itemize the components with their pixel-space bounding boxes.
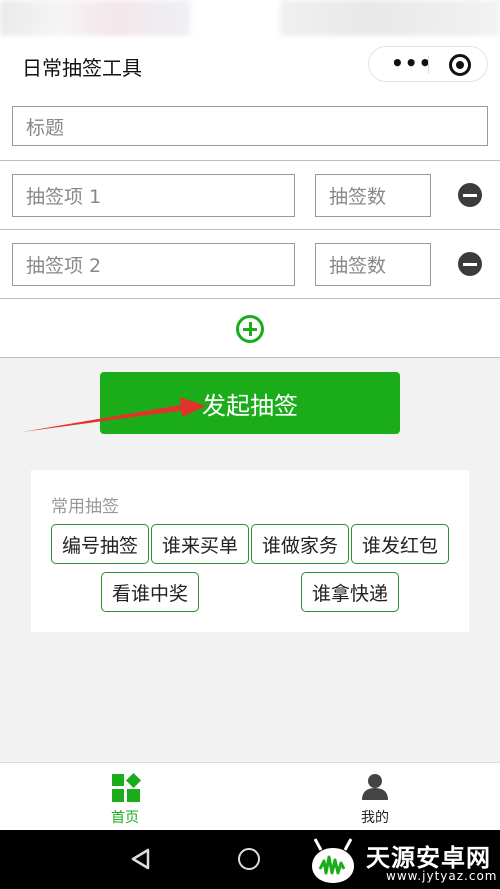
draw-item-row: 抽签项 1 抽签数 bbox=[0, 161, 500, 230]
watermark-url: www.jytyaz.com bbox=[386, 869, 498, 883]
user-icon bbox=[362, 774, 388, 800]
draw-item-name-input[interactable]: 抽签项 1 bbox=[12, 174, 295, 217]
common-tag[interactable]: 谁发红包 bbox=[351, 524, 449, 564]
capsule-divider bbox=[428, 56, 429, 74]
title-row: 标题 bbox=[0, 92, 500, 161]
watermark-logo-icon bbox=[312, 838, 354, 883]
common-tag[interactable]: 谁做家务 bbox=[251, 524, 349, 564]
mini-program-capsule: ••• bbox=[368, 46, 488, 82]
status-bar bbox=[0, 0, 500, 38]
draw-count-input[interactable]: 抽签数 bbox=[315, 243, 431, 286]
draw-count-input[interactable]: 抽签数 bbox=[315, 174, 431, 217]
watermark-text: 天源安卓网 bbox=[366, 844, 491, 872]
tab-bar: 首页 我的 bbox=[0, 762, 500, 831]
tab-mine-label: 我的 bbox=[361, 810, 389, 826]
common-draws-card: 常用抽签 编号抽签 谁来买单 谁做家务 谁发红包 看谁中奖 谁拿快递 bbox=[31, 470, 469, 632]
close-mini-program-icon[interactable] bbox=[449, 54, 471, 76]
more-icon[interactable]: ••• bbox=[391, 53, 432, 73]
common-draws-title: 常用抽签 bbox=[51, 497, 119, 517]
remove-item-icon[interactable] bbox=[458, 183, 482, 207]
remove-item-icon[interactable] bbox=[458, 252, 482, 276]
home-icon[interactable] bbox=[238, 848, 260, 870]
home-grid-icon bbox=[112, 773, 141, 802]
tab-home-label: 首页 bbox=[111, 810, 139, 826]
tab-mine[interactable]: 我的 bbox=[250, 763, 500, 831]
status-bar-blur-left bbox=[0, 0, 190, 36]
draw-item-row: 抽签项 2 抽签数 bbox=[0, 230, 500, 299]
add-item-icon[interactable] bbox=[236, 315, 264, 343]
annotation-arrow-icon bbox=[22, 397, 206, 432]
page-title: 日常抽签工具 bbox=[22, 56, 142, 80]
common-tag[interactable]: 编号抽签 bbox=[51, 524, 149, 564]
tab-home[interactable]: 首页 bbox=[0, 763, 250, 831]
common-tag[interactable]: 谁拿快递 bbox=[301, 572, 399, 612]
common-tag[interactable]: 谁来买单 bbox=[151, 524, 249, 564]
back-icon[interactable] bbox=[130, 848, 152, 870]
common-tag[interactable]: 看谁中奖 bbox=[101, 572, 199, 612]
title-input[interactable]: 标题 bbox=[12, 106, 488, 146]
draw-item-name-input[interactable]: 抽签项 2 bbox=[12, 243, 295, 286]
status-bar-blur-right bbox=[280, 0, 500, 36]
